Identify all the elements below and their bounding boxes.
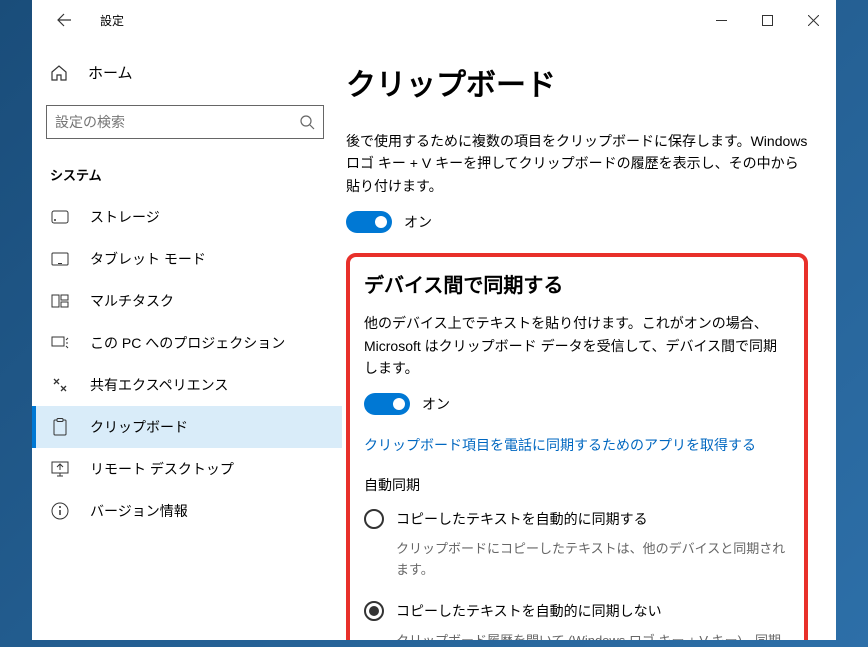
clipboard-icon — [50, 418, 70, 436]
sidebar-item-label: この PC へのプロジェクション — [90, 333, 285, 353]
window-title: 設定 — [100, 12, 124, 29]
sidebar-item-label: クリップボード — [90, 417, 188, 437]
titlebar: 設定 — [32, 0, 836, 40]
body: ホーム システム ストレージ タブレット モード マルチタスク この PC — [32, 40, 836, 640]
tablet-icon — [50, 252, 70, 266]
info-icon — [50, 502, 70, 520]
window-controls — [698, 4, 836, 36]
sidebar-item-remote[interactable]: リモート デスクトップ — [32, 448, 342, 490]
maximize-icon — [762, 15, 773, 26]
history-toggle-label: オン — [404, 212, 432, 232]
sidebar-home-label: ホーム — [88, 62, 133, 83]
sidebar: ホーム システム ストレージ タブレット モード マルチタスク この PC — [32, 40, 342, 640]
history-toggle-row: オン — [346, 211, 808, 233]
sidebar-item-label: 共有エクスペリエンス — [90, 375, 228, 395]
sidebar-item-projection[interactable]: この PC へのプロジェクション — [32, 322, 342, 364]
sidebar-item-label: リモート デスクトップ — [90, 459, 234, 479]
history-toggle[interactable] — [346, 211, 392, 233]
sync-title: デバイス間で同期する — [364, 269, 790, 298]
radio-icon — [364, 601, 384, 621]
sidebar-home[interactable]: ホーム — [32, 52, 342, 93]
search-input[interactable] — [55, 114, 299, 130]
radio-label: コピーしたテキストを自動的に同期しない — [396, 601, 662, 621]
sync-app-link[interactable]: クリップボード項目を電話に同期するためのアプリを取得する — [364, 435, 790, 455]
sidebar-item-clipboard[interactable]: クリップボード — [32, 406, 342, 448]
sidebar-item-label: ストレージ — [90, 207, 160, 227]
history-description: 後で使用するために複数の項目をクリップボードに保存します。Windows ロゴ … — [346, 130, 808, 197]
close-icon — [808, 15, 819, 26]
back-button[interactable] — [50, 6, 78, 34]
radio-auto-sync[interactable]: コピーしたテキストを自動的に同期する — [364, 509, 790, 529]
sync-section: デバイス間で同期する 他のデバイス上でテキストを貼り付けます。これがオンの場合、… — [346, 253, 808, 640]
remote-icon — [50, 461, 70, 477]
radio-label: コピーしたテキストを自動的に同期する — [396, 509, 648, 529]
radio-icon — [364, 509, 384, 529]
content: クリップボード 後で使用するために複数の項目をクリップボードに保存します。Win… — [342, 40, 836, 640]
radio-auto-sync-desc: クリップボードにコピーしたテキストは、他のデバイスと同期されます。 — [396, 539, 790, 581]
home-icon — [50, 64, 70, 82]
arrow-left-icon — [56, 12, 72, 28]
sidebar-item-about[interactable]: バージョン情報 — [32, 490, 342, 532]
sync-toggle-row: オン — [364, 393, 790, 415]
sidebar-item-label: バージョン情報 — [90, 501, 188, 521]
multitask-icon — [50, 294, 70, 308]
search-box[interactable] — [46, 105, 324, 139]
sidebar-item-shared[interactable]: 共有エクスペリエンス — [32, 364, 342, 406]
sidebar-section: システム — [32, 157, 342, 196]
auto-sync-heading: 自動同期 — [364, 475, 790, 495]
projection-icon — [50, 336, 70, 350]
maximize-button[interactable] — [744, 4, 790, 36]
sidebar-item-label: マルチタスク — [90, 291, 174, 311]
close-button[interactable] — [790, 4, 836, 36]
settings-window: 設定 ホーム システム — [32, 0, 836, 640]
shared-icon — [50, 376, 70, 394]
radio-no-auto-sync-desc: クリップボード履歴を開いて (Windows ロゴ キー + V キー)、同期す… — [396, 631, 790, 640]
sync-toggle[interactable] — [364, 393, 410, 415]
storage-icon — [50, 210, 70, 224]
minimize-button[interactable] — [698, 4, 744, 36]
sidebar-item-tablet[interactable]: タブレット モード — [32, 238, 342, 280]
sync-description: 他のデバイス上でテキストを貼り付けます。これがオンの場合、Microsoft は… — [364, 312, 790, 379]
sidebar-item-multitask[interactable]: マルチタスク — [32, 280, 342, 322]
sync-toggle-label: オン — [422, 394, 450, 414]
sidebar-item-label: タブレット モード — [90, 249, 206, 269]
page-title: クリップボード — [346, 60, 808, 104]
minimize-icon — [716, 15, 727, 26]
sidebar-item-storage[interactable]: ストレージ — [32, 196, 342, 238]
search-icon — [299, 114, 315, 130]
radio-no-auto-sync[interactable]: コピーしたテキストを自動的に同期しない — [364, 601, 790, 621]
